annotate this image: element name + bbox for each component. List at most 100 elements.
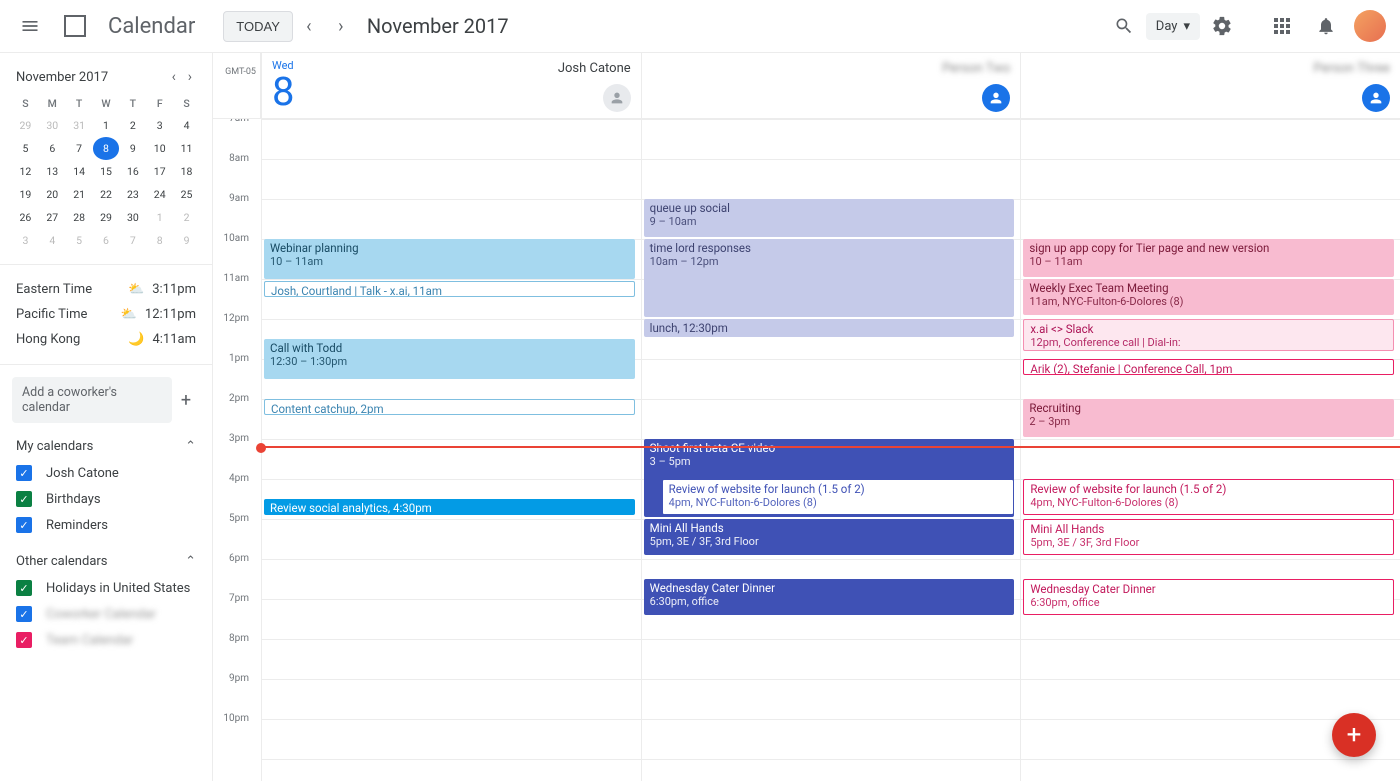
calendar-event[interactable]: Wednesday Cater Dinner6:30pm, office bbox=[644, 579, 1015, 615]
apps-grid-icon bbox=[1274, 18, 1290, 34]
mini-cal-day[interactable]: 3 bbox=[12, 229, 39, 252]
mini-cal-day[interactable]: 26 bbox=[12, 206, 39, 229]
mini-cal-day[interactable]: 2 bbox=[119, 114, 146, 137]
mini-cal-day[interactable]: 15 bbox=[93, 160, 120, 183]
person-avatar[interactable] bbox=[982, 84, 1010, 112]
mini-cal-day[interactable]: 31 bbox=[66, 114, 93, 137]
mini-cal-day[interactable]: 16 bbox=[119, 160, 146, 183]
add-coworker-input[interactable]: Add a coworker's calendar bbox=[12, 377, 172, 423]
mini-cal-day[interactable]: 7 bbox=[66, 137, 93, 160]
calendar-checkbox[interactable]: ✓ bbox=[16, 491, 32, 507]
mini-cal-day[interactable]: 21 bbox=[66, 183, 93, 206]
calendar-event[interactable]: Mini All Hands5pm, 3E / 3F, 3rd Floor bbox=[1023, 519, 1394, 555]
calendar-row[interactable]: ✓Reminders bbox=[12, 512, 200, 538]
mini-cal-day[interactable]: 5 bbox=[66, 229, 93, 252]
calendar-event[interactable]: Wednesday Cater Dinner6:30pm, office bbox=[1023, 579, 1394, 615]
mini-cal-day[interactable]: 18 bbox=[173, 160, 200, 183]
mini-cal-day[interactable]: 28 bbox=[66, 206, 93, 229]
mini-cal-day[interactable]: 2 bbox=[173, 206, 200, 229]
calendar-event[interactable]: Review of website for launch (1.5 of 2)4… bbox=[662, 479, 1015, 515]
mini-cal-day[interactable]: 7 bbox=[119, 229, 146, 252]
calendar-checkbox[interactable]: ✓ bbox=[16, 632, 32, 648]
other-calendars-header[interactable]: Other calendars ⌃ bbox=[16, 554, 196, 569]
mini-cal-day[interactable]: 9 bbox=[173, 229, 200, 252]
day-number[interactable]: 8 bbox=[272, 72, 294, 112]
mini-cal-day[interactable]: 30 bbox=[119, 206, 146, 229]
mini-cal-prev[interactable]: ‹ bbox=[168, 69, 180, 85]
calendar-event[interactable]: time lord responses10am – 12pm bbox=[644, 239, 1015, 317]
mini-cal-day[interactable]: 19 bbox=[12, 183, 39, 206]
calendar-event[interactable]: Webinar planning10 – 11am bbox=[264, 239, 635, 279]
prev-period-button[interactable]: ‹ bbox=[293, 10, 325, 42]
calendar-row[interactable]: ✓Coworker Calendar bbox=[12, 601, 200, 627]
calendar-event[interactable]: Arik (2), Stefanie | Conference Call, 1p… bbox=[1023, 359, 1394, 375]
person-avatar[interactable] bbox=[603, 84, 631, 112]
notifications-button[interactable] bbox=[1304, 4, 1348, 48]
search-button[interactable] bbox=[1102, 4, 1146, 48]
next-period-button[interactable]: › bbox=[325, 10, 357, 42]
person-avatar[interactable] bbox=[1362, 84, 1390, 112]
calendar-event[interactable]: Content catchup, 2pm bbox=[264, 399, 635, 415]
calendar-checkbox[interactable]: ✓ bbox=[16, 580, 32, 596]
my-calendars-header[interactable]: My calendars ⌃ bbox=[16, 439, 196, 454]
mini-cal-day[interactable]: 17 bbox=[146, 160, 173, 183]
add-coworker-plus[interactable]: + bbox=[172, 390, 200, 411]
day-column[interactable]: queue up social9 – 10amtime lord respons… bbox=[641, 119, 1021, 781]
mini-cal-day[interactable]: 12 bbox=[12, 160, 39, 183]
create-event-fab[interactable]: + bbox=[1332, 713, 1376, 757]
mini-cal-day[interactable]: 30 bbox=[39, 114, 66, 137]
mini-cal-day[interactable]: 13 bbox=[39, 160, 66, 183]
view-select[interactable]: Day ▾ bbox=[1146, 13, 1200, 40]
mini-cal-day[interactable]: 9 bbox=[119, 137, 146, 160]
calendar-event[interactable]: Josh, Courtland | Talk - x.ai, 11am bbox=[264, 281, 635, 297]
calendar-event[interactable]: Review of website for launch (1.5 of 2)4… bbox=[1023, 479, 1394, 515]
calendar-row[interactable]: ✓Josh Catone bbox=[12, 460, 200, 486]
calendar-event[interactable]: lunch, 12:30pm bbox=[644, 319, 1015, 337]
day-column[interactable]: sign up app copy for Tier page and new v… bbox=[1020, 119, 1400, 781]
calendar-event[interactable]: Review social analytics, 4:30pm bbox=[264, 499, 635, 515]
account-avatar[interactable] bbox=[1354, 10, 1386, 42]
mini-cal-day[interactable]: 22 bbox=[93, 183, 120, 206]
today-button[interactable]: TODAY bbox=[223, 11, 293, 42]
calendar-event[interactable]: Weekly Exec Team Meeting11am, NYC-Fulton… bbox=[1023, 279, 1394, 315]
mini-cal-day[interactable]: 10 bbox=[146, 137, 173, 160]
mini-cal-day[interactable]: 3 bbox=[146, 114, 173, 137]
mini-cal-day[interactable]: 4 bbox=[173, 114, 200, 137]
mini-cal-next[interactable]: › bbox=[184, 69, 196, 85]
mini-cal-day[interactable]: 29 bbox=[93, 206, 120, 229]
mini-cal-day[interactable]: 27 bbox=[39, 206, 66, 229]
calendar-event[interactable]: sign up app copy for Tier page and new v… bbox=[1023, 239, 1394, 277]
mini-cal-day[interactable]: 14 bbox=[66, 160, 93, 183]
calendar-row[interactable]: ✓Holidays in United States bbox=[12, 575, 200, 601]
calendar-event[interactable]: Mini All Hands5pm, 3E / 3F, 3rd Floor bbox=[644, 519, 1015, 555]
apps-button[interactable] bbox=[1260, 4, 1304, 48]
mini-cal-day[interactable]: 6 bbox=[39, 137, 66, 160]
menu-button[interactable] bbox=[8, 4, 52, 48]
mini-calendar: SMTWTFS293031123456789101112131415161718… bbox=[12, 93, 200, 252]
calendar-checkbox[interactable]: ✓ bbox=[16, 517, 32, 533]
settings-button[interactable] bbox=[1200, 4, 1244, 48]
day-column[interactable]: Webinar planning10 – 11am Josh, Courtland… bbox=[261, 119, 641, 781]
mini-cal-day[interactable]: 1 bbox=[146, 206, 173, 229]
mini-cal-day[interactable]: 25 bbox=[173, 183, 200, 206]
mini-cal-day[interactable]: 8 bbox=[93, 137, 120, 160]
mini-cal-day[interactable]: 23 bbox=[119, 183, 146, 206]
calendar-checkbox[interactable]: ✓ bbox=[16, 606, 32, 622]
calendar-event[interactable]: Call with Todd12:30 – 1:30pm bbox=[264, 339, 635, 379]
calendar-event[interactable]: queue up social9 – 10am bbox=[644, 199, 1015, 237]
mini-cal-day[interactable]: 29 bbox=[12, 114, 39, 137]
time-grid: 7am8am9am10am11am12pm1pm2pm3pm4pm5pm6pm7… bbox=[213, 119, 1400, 781]
calendar-row[interactable]: ✓Team Calendar bbox=[12, 627, 200, 653]
calendar-row[interactable]: ✓Birthdays bbox=[12, 486, 200, 512]
mini-cal-day[interactable]: 6 bbox=[93, 229, 120, 252]
calendar-checkbox[interactable]: ✓ bbox=[16, 465, 32, 481]
calendar-event[interactable]: Recruiting2 – 3pm bbox=[1023, 399, 1394, 437]
mini-cal-day[interactable]: 4 bbox=[39, 229, 66, 252]
mini-cal-day[interactable]: 11 bbox=[173, 137, 200, 160]
mini-cal-day[interactable]: 1 bbox=[93, 114, 120, 137]
calendar-event[interactable]: x.ai <> Slack12pm, Conference call | Dia… bbox=[1023, 319, 1394, 351]
mini-cal-day[interactable]: 20 bbox=[39, 183, 66, 206]
mini-cal-day[interactable]: 8 bbox=[146, 229, 173, 252]
mini-cal-day[interactable]: 5 bbox=[12, 137, 39, 160]
mini-cal-day[interactable]: 24 bbox=[146, 183, 173, 206]
